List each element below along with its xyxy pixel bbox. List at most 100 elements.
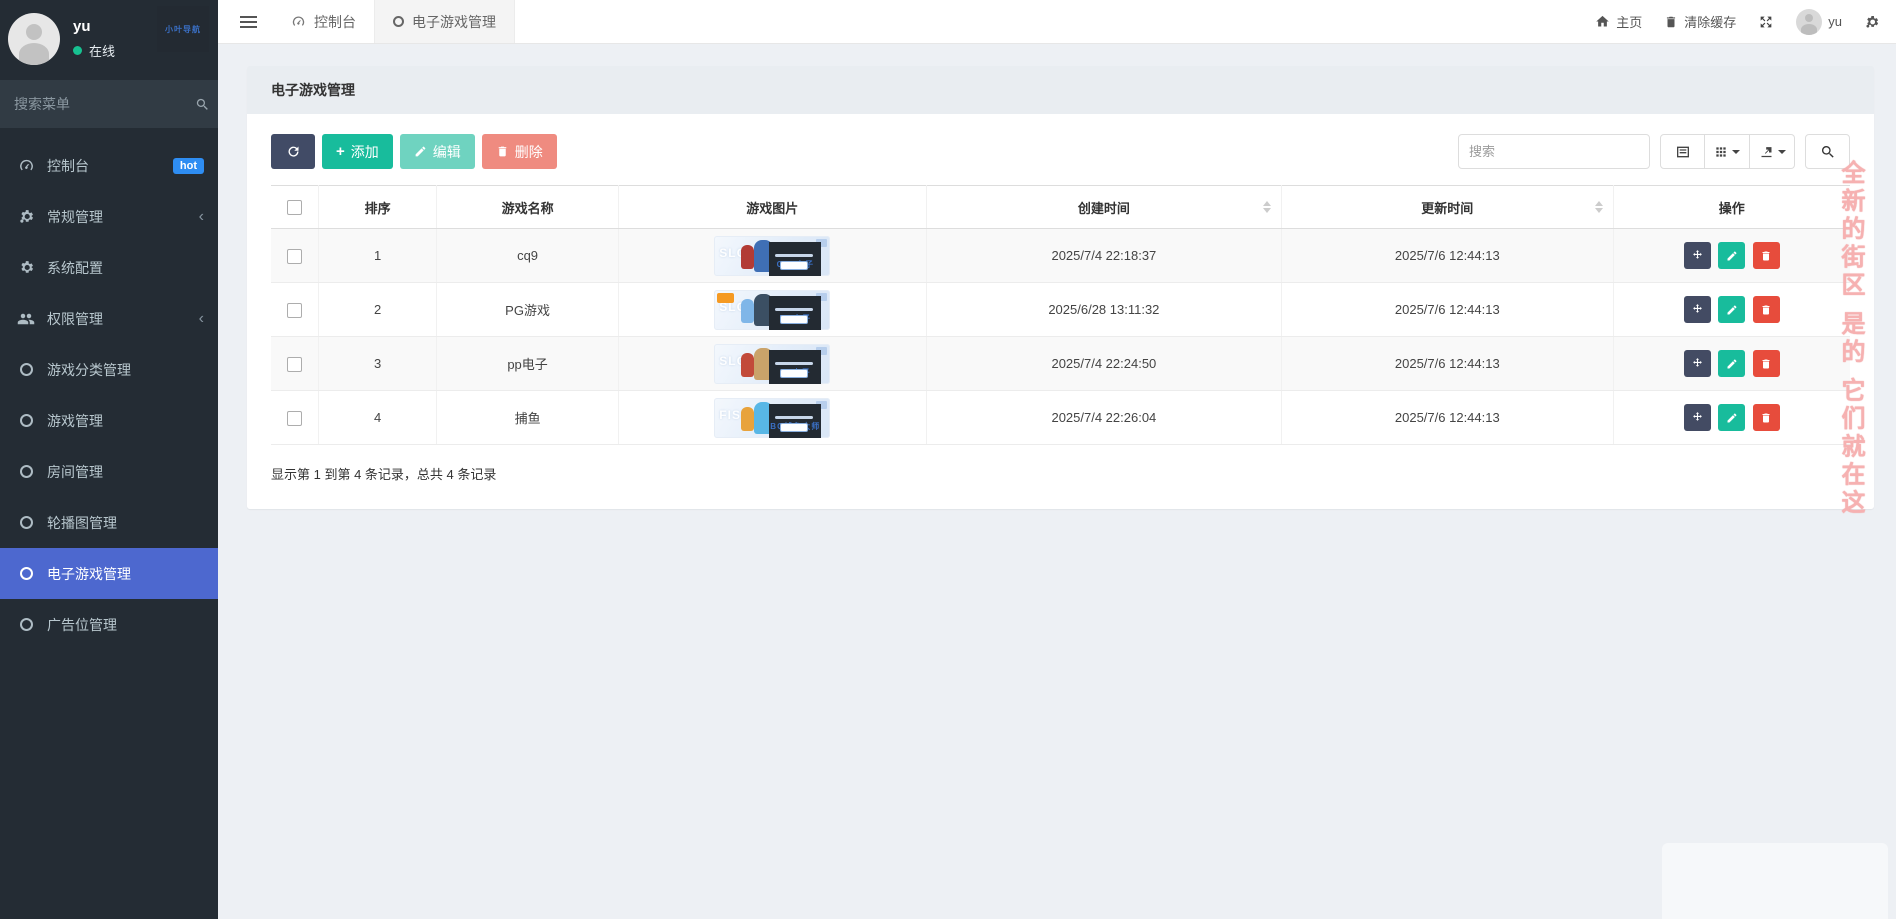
cell-name: pp电子	[436, 336, 619, 391]
tab-label: 控制台	[314, 13, 356, 30]
add-button[interactable]: + 添加	[322, 134, 393, 169]
clear-cache-label: 清除缓存	[1684, 15, 1737, 30]
hot-badge: hot	[172, 157, 204, 174]
home-link[interactable]: 主页	[1595, 12, 1642, 31]
delete-button[interactable]: 删除	[481, 134, 557, 169]
list-view-icon	[1675, 144, 1691, 160]
menu-search-input[interactable]	[14, 96, 195, 112]
sidebar-item-carousel-manage[interactable]: 轮播图管理	[0, 497, 218, 548]
export-button[interactable]	[1750, 134, 1795, 169]
game-banner-image: SLOT GAME CQ9电子	[714, 235, 831, 276]
gear-icon	[16, 259, 36, 276]
clear-cache-button[interactable]: 清除缓存	[1664, 12, 1736, 31]
cell-created: 2025/7/4 22:26:04	[926, 390, 1283, 445]
data-table: 排序 游戏名称 游戏图片 创建时间 更新时间 操作 1 cq9 SLOT 202…	[271, 185, 1850, 445]
table-row[interactable]: 4 捕鱼 FISH GAME BG捕鱼大师 2025/7/4 22:26:	[271, 390, 1850, 445]
circle-icon	[16, 567, 36, 580]
row-checkbox[interactable]	[286, 356, 302, 372]
drag-move-button[interactable]	[1683, 296, 1711, 323]
drag-move-button[interactable]	[1683, 404, 1711, 431]
fullscreen-button[interactable]	[1758, 14, 1774, 30]
view-button-group	[1660, 134, 1795, 169]
column-header-created[interactable]: 创建时间	[926, 185, 1283, 229]
grid-icon	[1714, 145, 1728, 159]
column-header-image[interactable]: 游戏图片	[618, 185, 927, 229]
table-search-input[interactable]	[1458, 134, 1650, 169]
sidebar-item-dashboard[interactable]: 控制台 hot	[0, 140, 218, 191]
sidebar-menu: 控制台 hot 常规管理 ‹ 系统配置 权限管理 ‹ 游戏分类管理 游戏管理 房…	[0, 128, 218, 650]
faint-watermark-box	[1662, 843, 1888, 919]
table-row[interactable]: 1 cq9 SLOT GAME CQ9电子 2025/7/4 22:18:	[271, 228, 1850, 283]
tab-electronic-games[interactable]: 电子游戏管理	[374, 0, 515, 43]
cell-created: 2025/6/28 13:11:32	[926, 282, 1283, 337]
tab-dashboard[interactable]: 控制台	[273, 0, 374, 43]
cell-updated: 2025/7/6 12:44:13	[1281, 336, 1614, 391]
cell-order: 4	[318, 390, 438, 445]
export-icon	[1759, 144, 1774, 159]
row-delete-button[interactable]	[1752, 296, 1780, 323]
toggle-view-button[interactable]	[1660, 134, 1705, 169]
search-icon[interactable]	[195, 97, 210, 112]
sidebar-item-game-manage[interactable]: 游戏管理	[0, 395, 218, 446]
tab-label: 电子游戏管理	[412, 13, 496, 30]
chevron-left-icon: ‹	[198, 309, 204, 327]
plus-icon: +	[336, 143, 345, 160]
sidebar-item-general[interactable]: 常规管理 ‹	[0, 191, 218, 242]
topbar-right: 主页 清除缓存 yu	[1595, 0, 1896, 43]
avatar	[8, 13, 60, 65]
circle-icon	[16, 414, 36, 427]
row-edit-button[interactable]	[1718, 296, 1746, 323]
row-checkbox[interactable]	[286, 410, 302, 426]
cell-order: 3	[318, 336, 438, 391]
main-content: 电子游戏管理 + 添加 编辑 删除 搜索 排序 游戏名称 游戏图片 创建时间 更…	[218, 44, 1896, 919]
online-dot-icon	[73, 46, 82, 55]
sidebar-item-room-manage[interactable]: 房间管理	[0, 446, 218, 497]
sidebar-item-label: 轮播图管理	[47, 514, 117, 531]
row-delete-button[interactable]	[1752, 242, 1780, 269]
hamburger-menu-icon[interactable]	[224, 0, 273, 43]
columns-button[interactable]	[1705, 134, 1750, 169]
row-checkbox[interactable]	[286, 302, 302, 318]
sidebar: 小叶导航 yu 在线 控制台 hot 常规管理	[0, 0, 218, 919]
panel: 电子游戏管理 + 添加 编辑 删除 搜索 排序 游戏名称 游戏图片 创建时间 更…	[247, 66, 1874, 509]
select-all-checkbox[interactable]	[286, 200, 302, 216]
expand-icon	[1758, 14, 1774, 30]
refresh-button[interactable]	[271, 134, 315, 169]
sidebar-item-ad-manage[interactable]: 广告位管理	[0, 599, 218, 650]
column-header-order[interactable]: 排序	[318, 185, 438, 229]
settings-button[interactable]	[1864, 14, 1880, 30]
table-row[interactable]: 2 PG游戏 SLOT GAME PG电子	[271, 282, 1850, 337]
sidebar-item-game-category[interactable]: 游戏分类管理	[0, 344, 218, 395]
column-header-name[interactable]: 游戏名称	[436, 185, 619, 229]
user-menu[interactable]: yu	[1796, 8, 1842, 35]
row-delete-button[interactable]	[1752, 404, 1780, 431]
row-checkbox[interactable]	[286, 248, 302, 264]
cell-name: 捕鱼	[436, 390, 619, 445]
edit-button[interactable]: 编辑	[399, 134, 475, 169]
circle-icon	[16, 516, 36, 529]
cell-order: 1	[318, 228, 438, 283]
column-header-updated[interactable]: 更新时间	[1281, 185, 1614, 229]
users-icon	[16, 310, 36, 328]
row-edit-button[interactable]	[1718, 404, 1746, 431]
sidebar-item-electronic-games[interactable]: 电子游戏管理	[0, 548, 218, 599]
row-delete-button[interactable]	[1752, 350, 1780, 377]
sidebar-search	[0, 80, 218, 128]
search-toggle-button[interactable]	[1805, 134, 1850, 169]
circle-icon	[393, 16, 404, 27]
row-edit-button[interactable]	[1718, 350, 1746, 377]
sort-icon[interactable]	[1594, 201, 1603, 213]
sidebar-item-system-config[interactable]: 系统配置	[0, 242, 218, 293]
sidebar-item-label: 权限管理	[47, 310, 103, 327]
page-title: 电子游戏管理	[247, 66, 1874, 114]
sidebar-item-permissions[interactable]: 权限管理 ‹	[0, 293, 218, 344]
cell-updated: 2025/7/6 12:44:13	[1281, 390, 1614, 445]
table-row[interactable]: 3 pp电子 SLOT GAME PP电子 2025/7/4 22:24:	[271, 336, 1850, 391]
row-edit-button[interactable]	[1718, 242, 1746, 269]
drag-move-button[interactable]	[1683, 350, 1711, 377]
edit-button-label: 编辑	[432, 143, 461, 160]
cell-updated: 2025/7/6 12:44:13	[1281, 228, 1614, 283]
drag-move-button[interactable]	[1683, 242, 1711, 269]
sort-icon[interactable]	[1263, 201, 1272, 213]
sidebar-item-label: 房间管理	[47, 463, 103, 480]
